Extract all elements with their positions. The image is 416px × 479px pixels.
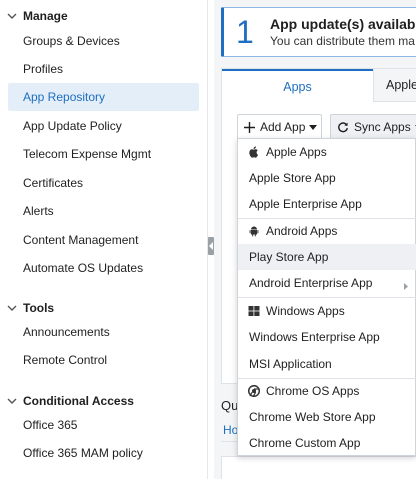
chrome-icon (248, 385, 260, 397)
sync-icon (337, 121, 349, 133)
chevron-right-icon (404, 279, 408, 293)
tab-apps[interactable]: Apps (222, 69, 373, 102)
quick-section-label: Qu (221, 398, 239, 413)
apple-icon (248, 146, 260, 158)
section-tools-title: Tools (23, 301, 55, 315)
android-icon (248, 225, 260, 237)
caret-down-icon (309, 124, 318, 130)
dropdown-header-android-label: Android Apps (266, 224, 338, 238)
menu-item-apple-enterprise-app[interactable]: Apple Enterprise App (238, 191, 416, 217)
dropdown-header-chrome-label: Chrome OS Apps (266, 384, 360, 398)
menu-item-android-enterprise-label: Android Enterprise App (249, 276, 373, 290)
menu-item-android-enterprise-app[interactable]: Android Enterprise App (238, 270, 416, 296)
menu-item-msi-application[interactable]: MSI Application (238, 351, 416, 377)
section-tools-header[interactable]: Tools (6, 301, 54, 315)
sync-apps-button[interactable]: Sync Apps (330, 114, 416, 140)
sidebar-item-app-update-policy[interactable]: App Update Policy (8, 112, 199, 140)
menu-item-windows-enterprise-app[interactable]: Windows Enterprise App (238, 324, 416, 350)
add-app-label: Add App (260, 120, 306, 134)
chevron-down-icon (7, 13, 17, 19)
add-app-dropdown: Apple Apps Apple Store App Apple Enterpr… (237, 138, 416, 456)
dropdown-header-android: Android Apps (238, 218, 416, 244)
add-app-button[interactable]: Add App (237, 114, 322, 140)
menu-item-apple-store-app[interactable]: Apple Store App (238, 165, 416, 191)
menu-item-play-store-app[interactable]: Play Store App (238, 244, 416, 270)
dropdown-header-apple: Apple Apps (238, 139, 416, 165)
dropdown-header-chrome: Chrome OS Apps (238, 378, 416, 404)
section-conditional-access-title: Conditional Access (23, 394, 134, 408)
menu-item-chrome-custom-app[interactable]: Chrome Custom App (238, 430, 416, 456)
sidebar-item-office-365[interactable]: Office 365 (8, 411, 199, 439)
sidebar-item-app-repository[interactable]: App Repository (8, 83, 199, 111)
dropdown-header-windows-label: Windows Apps (266, 304, 345, 318)
dropdown-header-apple-label: Apple Apps (266, 145, 327, 159)
menu-item-chrome-web-store-app[interactable]: Chrome Web Store App (238, 404, 416, 430)
sidebar-item-content-management[interactable]: Content Management (8, 226, 199, 254)
sidebar-item-profiles[interactable]: Profiles (8, 55, 199, 83)
tab-apple[interactable]: Apple (373, 69, 416, 102)
sidebar-item-announcements[interactable]: Announcements (8, 318, 199, 346)
section-manage-title: Manage (23, 9, 68, 23)
update-banner: 1 App update(s) available You can distri… (221, 7, 416, 57)
section-conditional-access-header[interactable]: Conditional Access (6, 394, 134, 408)
chevron-down-icon (7, 305, 17, 311)
chevron-left-icon (208, 242, 213, 250)
update-count: 1 (236, 14, 254, 50)
bottom-card (221, 456, 416, 479)
dropdown-header-windows: Windows Apps (238, 298, 416, 324)
chevron-down-icon (7, 398, 17, 404)
section-manage-header[interactable]: Manage (6, 9, 68, 23)
sidebar-item-groups-devices[interactable]: Groups & Devices (8, 27, 199, 55)
sidebar: Manage Groups & Devices Profiles App Rep… (0, 0, 208, 479)
sidebar-item-telecom-expense[interactable]: Telecom Expense Mgmt (8, 140, 199, 168)
sidebar-item-alerts[interactable]: Alerts (8, 197, 199, 225)
sidebar-item-office-365-mam[interactable]: Office 365 MAM policy (8, 439, 199, 467)
banner-title: App update(s) available (270, 16, 416, 32)
sync-apps-label: Sync Apps (354, 120, 411, 134)
sidebar-item-remote-control[interactable]: Remote Control (8, 346, 199, 374)
banner-subtitle: You can distribute them ma (270, 34, 415, 48)
sidebar-item-certificates[interactable]: Certificates (8, 169, 199, 197)
plus-icon (244, 121, 255, 133)
windows-icon (248, 305, 260, 317)
sidebar-item-automate-os-updates[interactable]: Automate OS Updates (8, 254, 199, 282)
